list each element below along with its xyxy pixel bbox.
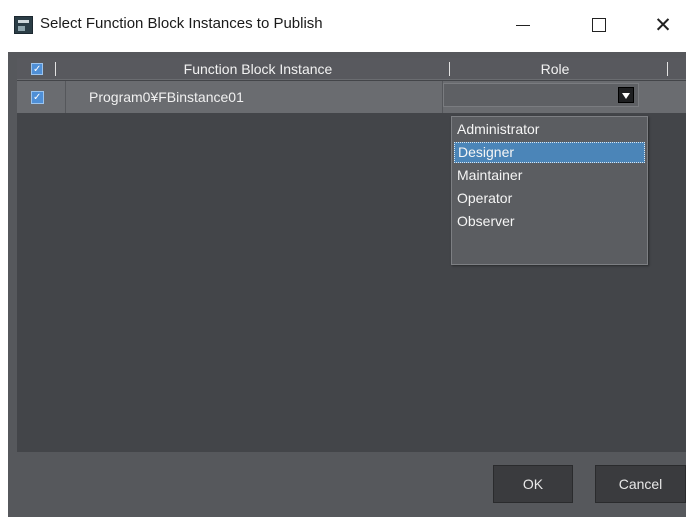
function-block-instance-cell: Program0¥FBinstance01: [89, 89, 244, 105]
cell-divider: [65, 81, 66, 113]
minimize-button[interactable]: [500, 6, 546, 44]
title-bar: Select Function Block Instances to Publi…: [0, 0, 686, 52]
role-option-administrator[interactable]: Administrator: [454, 119, 645, 140]
column-separator[interactable]: [667, 62, 668, 76]
grid-header: ✓ Function Block Instance Role: [17, 58, 686, 80]
ok-button[interactable]: OK: [493, 465, 573, 503]
dropdown-arrow-icon[interactable]: [618, 87, 634, 103]
role-option-observer[interactable]: Observer: [454, 211, 645, 232]
minimize-icon: [516, 24, 530, 26]
role-dropdown-list: Administrator Designer Maintainer Operat…: [451, 116, 648, 265]
role-option-maintainer[interactable]: Maintainer: [454, 165, 645, 186]
column-header-function-block-instance[interactable]: Function Block Instance: [73, 61, 443, 77]
maximize-button[interactable]: [576, 6, 622, 44]
close-button[interactable]: ✕: [640, 6, 686, 44]
application-icon: [14, 16, 33, 34]
row-checkbox[interactable]: ✓: [31, 91, 44, 104]
close-icon: ✕: [654, 13, 672, 37]
window-title: Select Function Block Instances to Publi…: [40, 15, 323, 32]
select-all-checkbox[interactable]: ✓: [31, 63, 43, 75]
role-combobox[interactable]: [443, 83, 639, 107]
maximize-icon: [592, 18, 606, 32]
column-header-role[interactable]: Role: [450, 61, 660, 77]
cancel-button[interactable]: Cancel: [595, 465, 686, 503]
checkmark-icon: ✓: [33, 92, 42, 103]
role-option-designer[interactable]: Designer: [454, 142, 645, 163]
dialog-body: ✓ Function Block Instance Role ✓ Program…: [8, 52, 686, 517]
checkmark-icon: ✓: [33, 64, 42, 75]
role-option-operator[interactable]: Operator: [454, 188, 645, 209]
column-separator[interactable]: [55, 62, 56, 76]
